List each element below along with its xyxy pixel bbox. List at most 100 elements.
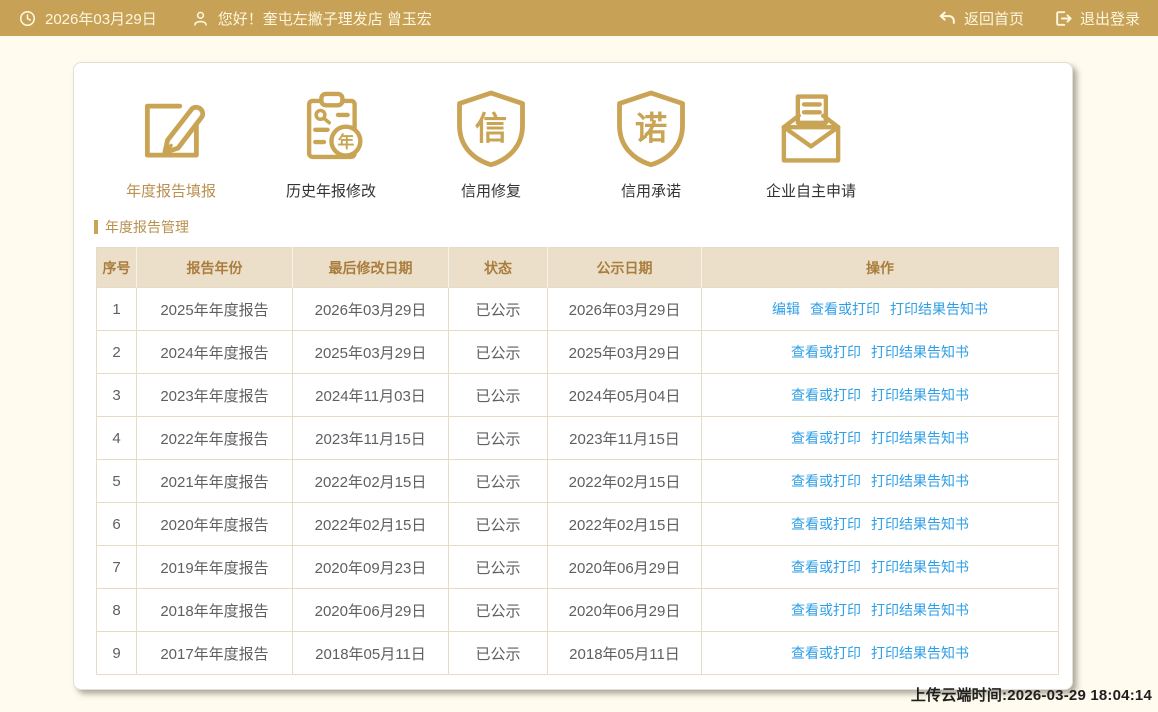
- table-row: 92017年年度报告2018年05月11日已公示2018年05月11日查看或打印…: [97, 632, 1059, 675]
- topbar-date: 2026年03月29日: [45, 8, 157, 29]
- cell-modified: 2025年03月29日: [293, 331, 449, 374]
- cell-no: 5: [97, 460, 137, 503]
- feature-item-3[interactable]: 信信用修复: [411, 85, 571, 201]
- table-row: 42022年年度报告2023年11月15日已公示2023年11月15日查看或打印…: [97, 417, 1059, 460]
- cell-actions: 编辑查看或打印打印结果告知书: [702, 288, 1059, 331]
- cell-published: 2022年02月15日: [548, 460, 702, 503]
- table-row: 12025年年度报告2026年03月29日已公示2026年03月29日编辑查看或…: [97, 288, 1059, 331]
- action-link[interactable]: 查看或打印: [791, 344, 861, 360]
- shield-xin-icon: 信: [449, 85, 533, 171]
- section-title: 年度报告管理: [94, 217, 1072, 237]
- cell-year: 2024年年度报告: [137, 331, 293, 374]
- action-link[interactable]: 打印结果告知书: [871, 645, 969, 661]
- cell-modified: 2026年03月29日: [293, 288, 449, 331]
- column-header: 最后修改日期: [293, 248, 449, 288]
- cell-year: 2021年年度报告: [137, 460, 293, 503]
- action-link[interactable]: 打印结果告知书: [871, 559, 969, 575]
- table-row: 52021年年度报告2022年02月15日已公示2022年02月15日查看或打印…: [97, 460, 1059, 503]
- cell-modified: 2020年09月23日: [293, 546, 449, 589]
- cell-published: 2020年06月29日: [548, 589, 702, 632]
- cell-status: 已公示: [449, 546, 548, 589]
- action-link[interactable]: 打印结果告知书: [871, 387, 969, 403]
- action-link[interactable]: 打印结果告知书: [871, 344, 969, 360]
- cell-year: 2017年年度报告: [137, 632, 293, 675]
- svg-text:年: 年: [338, 131, 355, 151]
- cell-published: 2020年06月29日: [548, 546, 702, 589]
- action-link[interactable]: 编辑: [772, 301, 800, 317]
- cell-published: 2018年05月11日: [548, 632, 702, 675]
- action-link[interactable]: 查看或打印: [810, 301, 880, 317]
- cell-modified: 2023年11月15日: [293, 417, 449, 460]
- action-link[interactable]: 打印结果告知书: [871, 602, 969, 618]
- action-link[interactable]: 查看或打印: [791, 430, 861, 446]
- feature-nav: 年度报告填报 年历史年报修改 信信用修复 诺信用承诺 企业自主申请: [74, 63, 1072, 201]
- action-link[interactable]: 查看或打印: [791, 602, 861, 618]
- table-row: 32023年年度报告2024年11月03日已公示2024年05月04日查看或打印…: [97, 374, 1059, 417]
- table-header-row: 序号报告年份最后修改日期状态公示日期操作: [97, 248, 1059, 288]
- cell-published: 2026年03月29日: [548, 288, 702, 331]
- cell-published: 2024年05月04日: [548, 374, 702, 417]
- home-link[interactable]: 返回首页: [938, 8, 1024, 29]
- cell-no: 3: [97, 374, 137, 417]
- cell-modified: 2024年11月03日: [293, 374, 449, 417]
- cell-actions: 查看或打印打印结果告知书: [702, 632, 1059, 675]
- envelope-icon: [769, 85, 853, 171]
- cell-actions: 查看或打印打印结果告知书: [702, 374, 1059, 417]
- cell-modified: 2020年06月29日: [293, 589, 449, 632]
- cell-published: 2023年11月15日: [548, 417, 702, 460]
- feature-item-1[interactable]: 年度报告填报: [91, 85, 251, 201]
- cell-no: 4: [97, 417, 137, 460]
- cell-modified: 2022年02月15日: [293, 503, 449, 546]
- cell-published: 2022年02月15日: [548, 503, 702, 546]
- feature-item-2[interactable]: 年历史年报修改: [251, 85, 411, 201]
- cell-no: 6: [97, 503, 137, 546]
- section-title-label: 年度报告管理: [105, 217, 189, 237]
- cell-no: 9: [97, 632, 137, 675]
- back-arrow-icon: [938, 9, 957, 28]
- cell-year: 2019年年度报告: [137, 546, 293, 589]
- cell-actions: 查看或打印打印结果告知书: [702, 460, 1059, 503]
- column-header: 公示日期: [548, 248, 702, 288]
- action-link[interactable]: 查看或打印: [791, 645, 861, 661]
- clock-icon: [18, 9, 37, 28]
- upload-time: 上传云端时间:2026-03-29 18:04:14: [911, 684, 1152, 705]
- cell-status: 已公示: [449, 288, 548, 331]
- feature-label: 企业自主申请: [766, 180, 856, 201]
- action-link[interactable]: 查看或打印: [791, 473, 861, 489]
- cell-year: 2023年年度报告: [137, 374, 293, 417]
- action-link[interactable]: 打印结果告知书: [871, 430, 969, 446]
- action-link[interactable]: 打印结果告知书: [871, 473, 969, 489]
- cell-status: 已公示: [449, 417, 548, 460]
- home-link-label: 返回首页: [964, 8, 1024, 29]
- action-link[interactable]: 打印结果告知书: [871, 516, 969, 532]
- column-header: 序号: [97, 248, 137, 288]
- cell-modified: 2022年02月15日: [293, 460, 449, 503]
- cell-status: 已公示: [449, 589, 548, 632]
- action-link[interactable]: 查看或打印: [791, 387, 861, 403]
- table-row: 62020年年度报告2022年02月15日已公示2022年02月15日查看或打印…: [97, 503, 1059, 546]
- action-link[interactable]: 查看或打印: [791, 559, 861, 575]
- action-link[interactable]: 打印结果告知书: [890, 301, 988, 317]
- feature-label: 年度报告填报: [126, 180, 216, 201]
- feature-label: 历史年报修改: [286, 180, 376, 201]
- topbar: 2026年03月29日 您好！奎屯左撇子理发店 曾玉宏 返回首页 退出登录: [0, 0, 1158, 36]
- feature-item-5[interactable]: 企业自主申请: [731, 85, 891, 201]
- table-row: 72019年年度报告2020年09月23日已公示2020年06月29日查看或打印…: [97, 546, 1059, 589]
- cell-actions: 查看或打印打印结果告知书: [702, 417, 1059, 460]
- feature-label: 信用修复: [461, 180, 521, 201]
- cell-actions: 查看或打印打印结果告知书: [702, 546, 1059, 589]
- section-title-marker: [94, 220, 98, 234]
- topbar-greeting: 您好！奎屯左撇子理发店 曾玉宏: [218, 8, 432, 29]
- logout-link-label: 退出登录: [1080, 8, 1140, 29]
- annual-report-table: 序号报告年份最后修改日期状态公示日期操作 12025年年度报告2026年03月2…: [96, 247, 1059, 675]
- user-icon: [191, 9, 210, 28]
- cell-year: 2022年年度报告: [137, 417, 293, 460]
- history-report-icon: 年: [289, 85, 373, 171]
- logout-link[interactable]: 退出登录: [1054, 8, 1140, 29]
- cell-actions: 查看或打印打印结果告知书: [702, 503, 1059, 546]
- cell-no: 1: [97, 288, 137, 331]
- feature-item-4[interactable]: 诺信用承诺: [571, 85, 731, 201]
- column-header: 报告年份: [137, 248, 293, 288]
- action-link[interactable]: 查看或打印: [791, 516, 861, 532]
- cell-no: 7: [97, 546, 137, 589]
